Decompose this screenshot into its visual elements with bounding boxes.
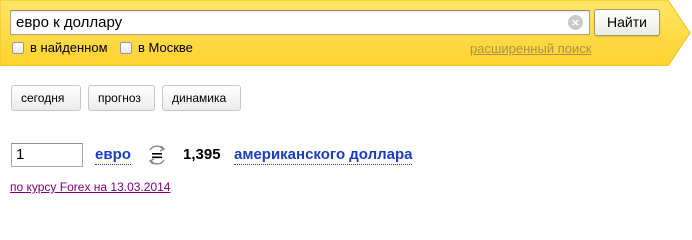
amount-input[interactable]: 1 [11, 143, 83, 167]
search-input[interactable]: евро к доллару [10, 10, 590, 35]
currency-from-selector[interactable]: евро [95, 146, 131, 165]
option-in-moscow[interactable]: в Москве [120, 40, 193, 55]
option-in-found[interactable]: в найденном [12, 40, 108, 55]
currency-to-selector[interactable]: американского доллара [234, 146, 413, 165]
tab-forecast[interactable]: прогноз [88, 85, 155, 111]
advanced-search-link[interactable]: расширенный поиск [470, 41, 591, 56]
option-in-moscow-label: в Москве [138, 40, 193, 55]
tab-dynamics[interactable]: динамика [162, 85, 241, 111]
conversion-rate-value: 1,395 [183, 146, 221, 163]
swap-currency-icon[interactable] [146, 144, 168, 166]
option-in-found-label: в найденном [30, 40, 108, 55]
rate-source-link[interactable]: по курсу Forex на 13.03.2014 [10, 180, 170, 194]
search-button[interactable]: Найти [594, 9, 660, 36]
search-header: евро к доллару × Найти в найденном в Мос… [0, 0, 692, 66]
checkbox-in-found[interactable] [12, 42, 24, 54]
clear-icon[interactable]: × [568, 15, 583, 30]
tab-today[interactable]: сегодня [11, 85, 81, 111]
checkbox-in-moscow[interactable] [120, 42, 132, 54]
